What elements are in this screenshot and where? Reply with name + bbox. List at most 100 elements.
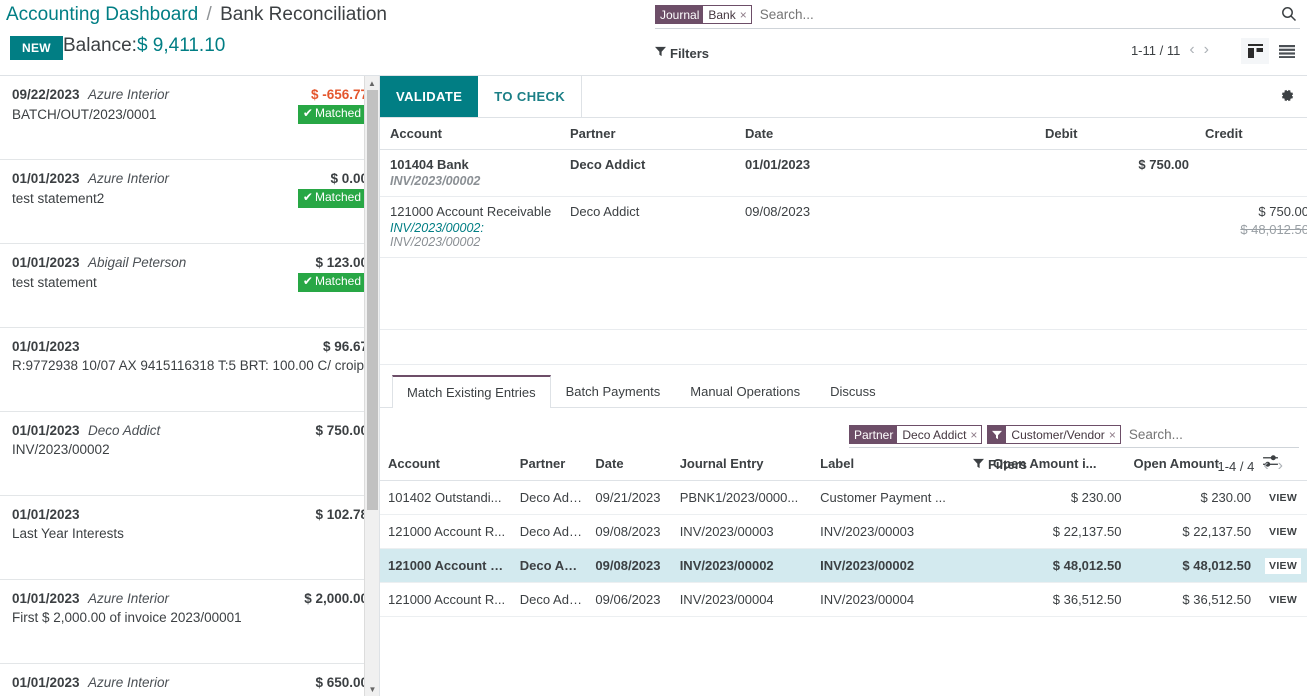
scroll-down-icon[interactable]: ▼ — [365, 682, 380, 696]
match-tab[interactable]: Batch Payments — [551, 375, 676, 408]
match-tab[interactable]: Discuss — [815, 375, 891, 408]
cell-credit: $ 750.00$ 48,012.50 — [1195, 197, 1307, 258]
statement-partner: Azure Interior — [88, 86, 311, 104]
statement-amount: $ 123.00 — [315, 254, 368, 272]
table-row[interactable]: 121000 Account R...Deco Addict09/06/2023… — [380, 583, 1307, 617]
cell-label: INV/2023/00002 — [812, 549, 985, 583]
search-facet-journal[interactable]: Journal Bank× — [655, 5, 752, 24]
entry-link[interactable]: INV/2023/00002: — [390, 221, 484, 235]
gear-icon[interactable] — [1280, 88, 1295, 107]
statement-date: 01/01/2023 — [12, 338, 88, 356]
match-tab[interactable]: Manual Operations — [675, 375, 815, 408]
statement-label: BATCH/OUT/2023/0001 — [12, 106, 157, 124]
pager-previous-icon[interactable]: ‹ — [1263, 458, 1268, 474]
statement-line-item[interactable]: 01/01/2023$ 96.67R:9772938 10/07 AX 9415… — [0, 328, 380, 412]
pager-count: 1-11 / 11 — [1131, 43, 1180, 58]
cell-partner: Deco Addict — [560, 197, 735, 258]
statement-date: 01/01/2023 — [12, 674, 88, 692]
filters-button[interactable]: Filters — [655, 46, 709, 61]
cell-partner: Deco Addict — [512, 515, 588, 549]
statement-label: Last Year Interests — [12, 525, 124, 543]
cell-account: 121000 Account ReceivableINV/2023/00002:… — [380, 197, 560, 258]
match-facet-value-2: Customer/Vendor× — [1006, 426, 1119, 443]
statement-date: 01/01/2023 — [12, 506, 88, 524]
statement-line-item[interactable]: 01/01/2023Azure Interior$ 0.00test state… — [0, 160, 380, 244]
search-icon[interactable] — [1281, 6, 1297, 27]
statement-list: 09/22/2023Azure Interior$ -656.77BATCH/O… — [0, 76, 380, 696]
statement-line-item[interactable]: 01/01/2023Deco Addict$ 750.00INV/2023/00… — [0, 412, 380, 496]
statement-line-item[interactable]: 01/01/2023Azure Interior$ 2,000.00First … — [0, 580, 380, 664]
cell-open-amount: $ 230.00 — [1125, 481, 1255, 515]
cell-open-amount-in-currency: $ 230.00 — [985, 481, 1125, 515]
table-row[interactable]: 101402 Outstandi...Deco Addict09/21/2023… — [380, 481, 1307, 515]
match-filters-label: Filters — [988, 457, 1027, 472]
kanban-view-icon[interactable] — [1241, 38, 1269, 64]
table-row[interactable]: 121000 Account R...Deco Addict09/08/2023… — [380, 549, 1307, 583]
to-check-button[interactable]: TO CHECK — [478, 76, 582, 117]
match-tab[interactable]: Match Existing Entries — [392, 375, 551, 408]
journal-entry-header-row: Account Partner Date Debit Credit — [380, 118, 1307, 150]
table-row[interactable]: 121000 Account R...Deco Addict09/08/2023… — [380, 515, 1307, 549]
statement-line-item[interactable]: 01/01/2023Abigail Peterson$ 123.00test s… — [0, 244, 380, 328]
new-button[interactable]: NEW — [10, 36, 63, 60]
view-button[interactable]: VIEW — [1265, 490, 1301, 506]
cell-journal-entry: INV/2023/00004 — [672, 583, 812, 617]
balance-label: Balance: — [63, 35, 137, 56]
cell-journal-entry: INV/2023/00003 — [672, 515, 812, 549]
statement-date: 01/01/2023 — [12, 170, 88, 188]
cell-account: 101404 BankINV/2023/00002 — [380, 150, 560, 197]
statement-list-scrollbar[interactable]: ▲ ▼ — [364, 76, 379, 696]
check-icon: ✔ — [303, 107, 313, 121]
cell-view: VIEW — [1255, 481, 1307, 515]
view-button[interactable]: VIEW — [1265, 558, 1301, 574]
statement-partner: Azure Interior — [88, 170, 330, 188]
statement-line-item[interactable]: 01/01/2023Azure Interior$ 650.00 — [0, 664, 380, 696]
view-button[interactable]: VIEW — [1265, 524, 1301, 540]
pager-previous-icon[interactable]: ‹ — [1189, 42, 1194, 58]
col-credit: Credit — [1195, 118, 1307, 150]
cell-account: 101402 Outstandi... — [380, 481, 512, 515]
cell-open-amount-in-currency: $ 36,512.50 — [985, 583, 1125, 617]
match-facet-customer-vendor[interactable]: Customer/Vendor× — [987, 425, 1120, 444]
cell-partner: Deco Addict — [512, 583, 588, 617]
pager-next-icon[interactable]: › — [1278, 458, 1283, 474]
list-view-icon[interactable] — [1273, 38, 1301, 64]
cell-journal-entry: PBNK1/2023/0000... — [672, 481, 812, 515]
match-facet-key: Partner — [850, 426, 897, 443]
journal-entry-row[interactable]: 121000 Account ReceivableINV/2023/00002:… — [380, 197, 1307, 258]
cell-debit — [1035, 197, 1195, 258]
record-pager: 1-11 / 11 ‹ › — [1131, 42, 1209, 58]
journal-entry-row[interactable]: 101404 BankINV/2023/00002Deco Addict01/0… — [380, 150, 1307, 197]
cell-credit-original: $ 48,012.50 — [1205, 222, 1307, 237]
cell-partner: Deco Addict — [512, 481, 588, 515]
col-debit: Debit — [1035, 118, 1195, 150]
statement-amount: $ 750.00 — [315, 422, 368, 440]
statement-line-item[interactable]: 09/22/2023Azure Interior$ -656.77BATCH/O… — [0, 76, 380, 160]
search-input[interactable] — [760, 7, 1300, 22]
statement-label: First $ 2,000.00 of invoice 2023/00001 — [12, 609, 242, 627]
cell-view: VIEW — [1255, 515, 1307, 549]
match-facet-value: Deco Addict× — [897, 426, 981, 443]
match-pager-count: 1-4 / 4 — [1217, 459, 1254, 474]
match-search-input[interactable] — [1129, 427, 1306, 442]
reconciliation-panel: VALIDATE TO CHECK Account Partner Date D… — [380, 76, 1307, 696]
facet-remove-icon[interactable]: × — [970, 428, 977, 442]
facet-remove-icon[interactable]: × — [1109, 428, 1116, 442]
cell-open-amount-in-currency: $ 48,012.50 — [985, 549, 1125, 583]
journal-entry-table: Account Partner Date Debit Credit 101404… — [380, 118, 1307, 365]
statement-date: 01/01/2023 — [12, 590, 88, 608]
breadcrumb: Accounting Dashboard / Bank Reconciliati… — [6, 4, 387, 26]
search-bar: Journal Bank× — [655, 5, 1300, 29]
pager-next-icon[interactable]: › — [1204, 42, 1209, 58]
view-button[interactable]: VIEW — [1265, 592, 1301, 608]
match-filters-button[interactable]: Filters — [973, 457, 1027, 472]
facet-remove-icon[interactable]: × — [740, 8, 747, 22]
scroll-up-icon[interactable]: ▲ — [365, 76, 379, 90]
statement-date: 09/22/2023 — [12, 86, 88, 104]
cell-label: INV/2023/00004 — [812, 583, 985, 617]
scrollbar-thumb[interactable] — [367, 90, 378, 510]
match-facet-partner[interactable]: Partner Deco Addict× — [849, 425, 982, 444]
statement-line-item[interactable]: 01/01/2023$ 102.78Last Year Interests — [0, 496, 380, 580]
breadcrumb-root-link[interactable]: Accounting Dashboard — [6, 4, 198, 25]
validate-button[interactable]: VALIDATE — [380, 76, 478, 117]
